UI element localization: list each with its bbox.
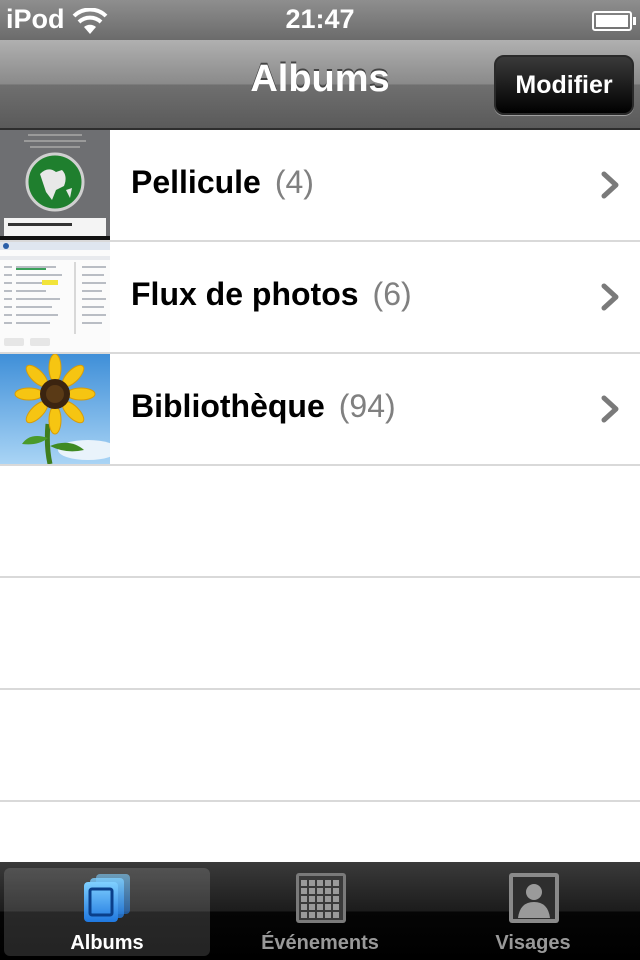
tab-label: Albums — [70, 932, 144, 954]
tab-visages[interactable]: Visages — [430, 868, 636, 956]
album-count: (6) — [372, 276, 412, 312]
albums-icon — [84, 874, 130, 922]
album-row-bibliotheque[interactable]: Bibliothèque (94) — [0, 354, 640, 466]
empty-row — [0, 578, 640, 690]
tab-albums[interactable]: Albums — [4, 868, 210, 956]
status-time: 21:47 — [285, 4, 355, 34]
chevron-right-icon — [601, 395, 619, 423]
album-count: (4) — [274, 164, 314, 200]
album-thumbnail — [0, 354, 110, 464]
chevron-right-icon — [601, 171, 619, 199]
tab-label: Visages — [495, 932, 571, 954]
tab-bar: Albums Événements Visages — [0, 862, 640, 960]
portrait-icon — [509, 873, 559, 923]
chevron-right-icon — [601, 283, 619, 311]
album-row-flux-de-photos[interactable]: Flux de photos (6) — [0, 242, 640, 354]
album-title: Pellicule — [131, 164, 261, 200]
empty-row — [0, 690, 640, 802]
empty-row — [0, 466, 640, 578]
navigation-bar: Albums Modifier — [0, 40, 640, 130]
album-row-pellicule[interactable]: Pellicule (4) — [0, 130, 640, 242]
battery-icon — [592, 11, 636, 31]
edit-button[interactable]: Modifier — [494, 55, 634, 115]
calendar-grid-icon — [296, 873, 346, 923]
album-count: (94) — [338, 388, 396, 424]
tab-evenements[interactable]: Événements — [217, 868, 423, 956]
status-bar: iPod 21:47 — [0, 0, 640, 40]
album-thumbnail — [0, 130, 110, 240]
tab-label: Événements — [261, 932, 379, 954]
album-thumbnail — [0, 242, 110, 352]
album-title: Flux de photos — [131, 276, 359, 312]
album-title: Bibliothèque — [131, 388, 325, 424]
album-list: Pellicule (4) Flux de photos (6) Bibliot… — [0, 130, 640, 802]
